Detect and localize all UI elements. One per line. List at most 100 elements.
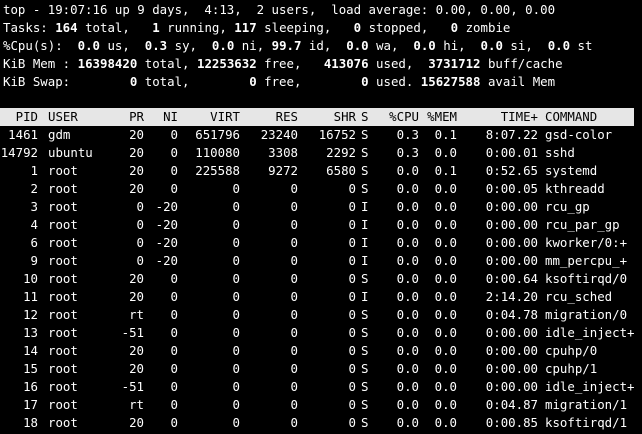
- cell-user: root: [48, 199, 78, 214]
- cell-ni: 0: [170, 325, 178, 340]
- cell-shr: 0: [348, 307, 356, 322]
- cell-time: 0:00.00: [485, 235, 538, 250]
- cell-pr: 20: [129, 271, 144, 286]
- cell-time: 0:52.65: [485, 163, 538, 178]
- cell-virt: 0: [232, 343, 240, 358]
- cell-res: 0: [290, 253, 298, 268]
- cell-time: 8:07.22: [485, 127, 538, 142]
- cell-user: root: [48, 343, 78, 358]
- cell-cpu: 0.0: [396, 343, 419, 358]
- terminal-window[interactable]: top - 19:07:16 up 9 days, 4:13, 2 users,…: [0, 0, 642, 434]
- cell-pr: 0: [136, 253, 144, 268]
- cell-virt: 0: [232, 181, 240, 196]
- mem-total-value: 16398420: [77, 56, 138, 71]
- cell-pid: 15: [23, 361, 38, 376]
- mem-free-value: 12253632: [196, 56, 257, 71]
- header-time: TIME+: [500, 109, 538, 124]
- cell-ni: 0: [170, 361, 178, 376]
- cpu-wa-label: wa,: [368, 38, 414, 53]
- cell-mem: 0.0: [434, 199, 457, 214]
- cell-shr: 0: [348, 271, 356, 286]
- cell-shr: 0: [348, 343, 356, 358]
- cell-command: systemd: [545, 163, 598, 178]
- cell-pid: 1461: [8, 127, 38, 142]
- cell-pr: -51: [121, 325, 144, 340]
- cell-virt: 0: [232, 271, 240, 286]
- cell-command: cpuhp/1: [545, 361, 598, 376]
- cell-command: kworker/0:+: [545, 235, 628, 250]
- cell-cpu: 0.0: [396, 217, 419, 232]
- mem-buff-label: buff/cache: [480, 56, 563, 71]
- cell-state: S: [361, 325, 369, 340]
- cell-shr: 0: [348, 217, 356, 232]
- cell-state: I: [361, 289, 369, 304]
- cell-ni: 0: [170, 379, 178, 394]
- uptime-line: top - 19:07:16 up 9 days, 4:13, 2 users,…: [3, 2, 556, 17]
- cell-state: I: [361, 253, 369, 268]
- cell-command: kthreadd: [545, 181, 605, 196]
- cell-pr: -51: [121, 379, 144, 394]
- process-row: 1461 gdm 20 0 651796 23240 16752 S 0.3 0.1 8:07.22…: [0, 126, 642, 144]
- process-row: 10 root 20 0 0 0 0 S 0.0 0.0 0:00.64 ksoftirqd/0: [0, 270, 642, 288]
- cell-pid: 1: [30, 163, 38, 178]
- cell-command: gsd-color: [545, 127, 613, 142]
- cell-res: 0: [290, 235, 298, 250]
- cell-state: S: [361, 163, 369, 178]
- cell-res: 0: [290, 325, 298, 340]
- cell-time: 0:00.00: [485, 343, 538, 358]
- cell-shr: 0: [348, 253, 356, 268]
- cell-cpu: 0.0: [396, 325, 419, 340]
- tasks-stopped-label: stopped,: [361, 20, 451, 35]
- cell-user: root: [48, 253, 78, 268]
- swap-avail-value: 15627588: [420, 74, 481, 89]
- process-row: 9 root 0 -20 0 0 0 I 0.0 0.0 0:00.00 mm_percpu_+: [0, 252, 642, 270]
- cell-command: idle_inject+: [545, 379, 635, 394]
- cpu-ni-value: 0.0: [211, 38, 235, 53]
- swap-used-label: used.: [368, 74, 421, 89]
- cell-res: 0: [290, 289, 298, 304]
- cell-time: 0:00.00: [485, 199, 538, 214]
- cell-state: I: [361, 235, 369, 250]
- header-command: COMMAND: [545, 109, 598, 124]
- cell-ni: 0: [170, 127, 178, 142]
- cell-shr: 0: [348, 379, 356, 394]
- cell-mem: 0.1: [434, 127, 457, 142]
- cell-res: 0: [290, 361, 298, 376]
- cell-cpu: 0.0: [396, 415, 419, 430]
- mem-total-label: total,: [137, 56, 197, 71]
- cell-user: root: [48, 307, 78, 322]
- cell-pid: 14792: [0, 145, 38, 160]
- cell-time: 0:00.00: [485, 325, 538, 340]
- cell-time: 0:00.64: [485, 271, 538, 286]
- cell-pr: 20: [129, 415, 144, 430]
- cell-ni: -20: [155, 235, 178, 250]
- cell-cpu: 0.0: [396, 181, 419, 196]
- process-row: 14792 ubuntu 20 0 110080 3308 2292 S 0.3 0.0 0:00.…: [0, 144, 642, 162]
- cell-command: migration/0: [545, 307, 628, 322]
- process-row: 14 root 20 0 0 0 0 S 0.0 0.0 0:00.00 cpuhp/0: [0, 342, 642, 360]
- tasks-total-value: 164: [55, 20, 78, 35]
- cell-time: 0:00.85: [485, 415, 538, 430]
- header-state: S: [361, 109, 369, 124]
- tasks-running-label: running,: [159, 20, 235, 35]
- cell-virt: 0: [232, 235, 240, 250]
- cell-user: ubuntu: [48, 145, 93, 160]
- cpu-wa-value: 0.0: [346, 38, 369, 53]
- header-user: USER: [48, 109, 78, 124]
- cell-pr: 20: [129, 289, 144, 304]
- cell-res: 0: [290, 343, 298, 358]
- cell-user: root: [48, 235, 78, 250]
- cell-mem: 0.0: [434, 235, 457, 250]
- cell-cpu: 0.0: [396, 199, 419, 214]
- cell-res: 9272: [268, 163, 298, 178]
- cell-pid: 12: [23, 307, 38, 322]
- cell-pid: 16: [23, 379, 38, 394]
- cell-res: 0: [290, 307, 298, 322]
- cell-pr: rt: [129, 307, 144, 322]
- cell-shr: 0: [348, 289, 356, 304]
- cell-ni: 0: [170, 271, 178, 286]
- cell-user: root: [48, 271, 78, 286]
- cell-mem: 0.0: [434, 253, 457, 268]
- cell-user: root: [48, 379, 78, 394]
- cell-pr: 20: [129, 127, 144, 142]
